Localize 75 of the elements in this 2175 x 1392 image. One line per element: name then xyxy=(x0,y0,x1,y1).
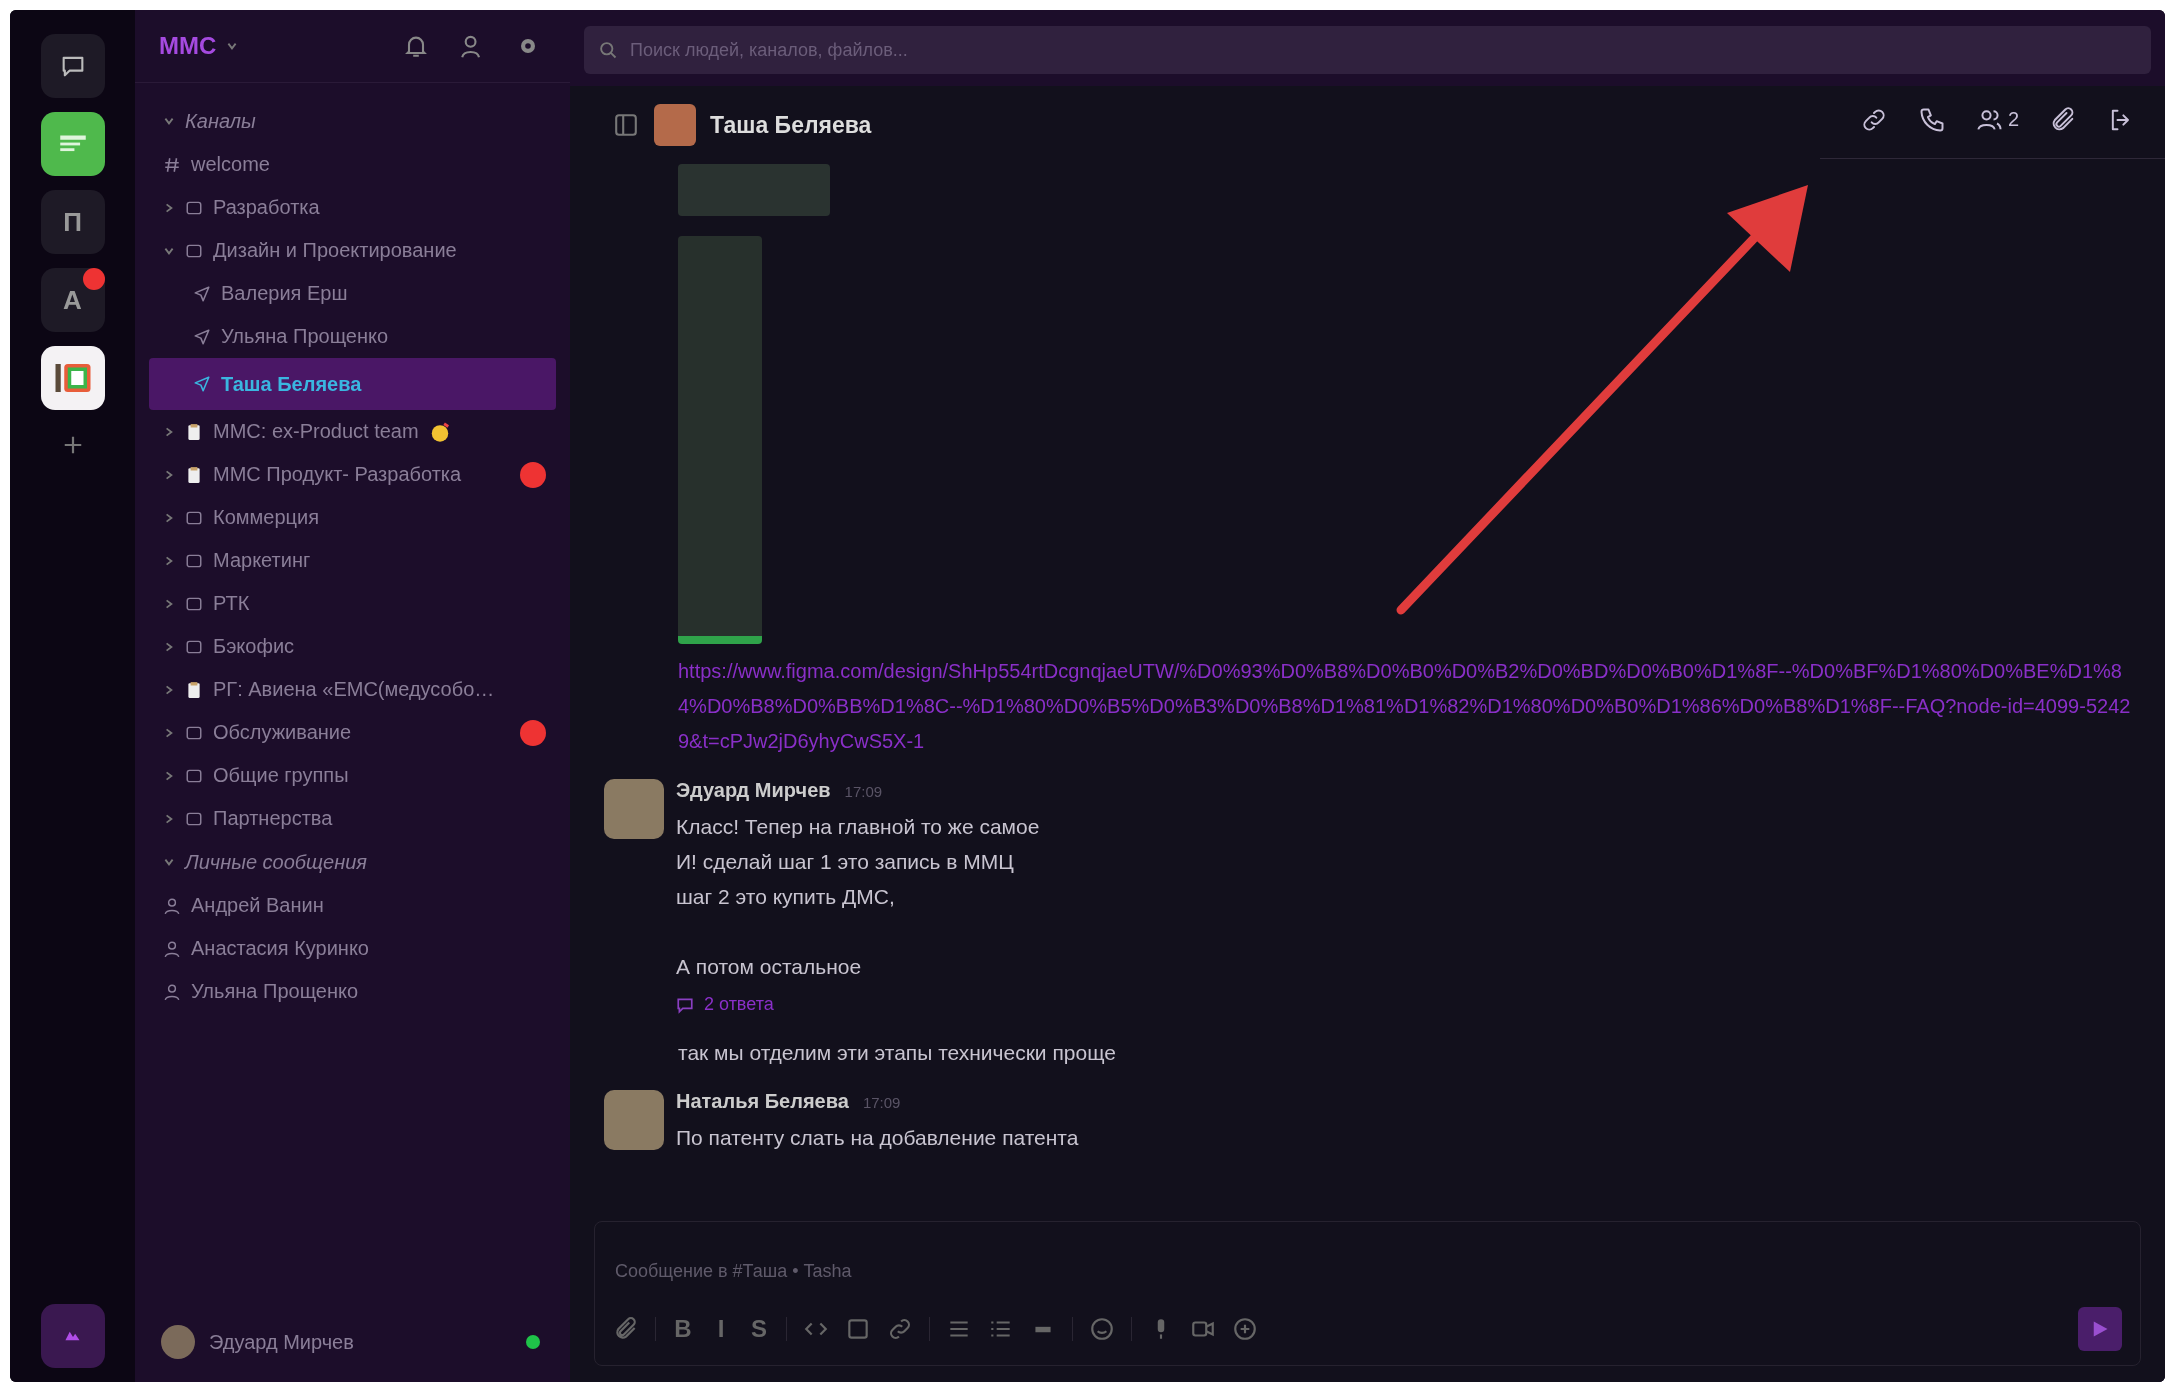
sidebar-item[interactable]: РТК xyxy=(149,582,556,625)
sidebar-item[interactable]: Таша Беляева xyxy=(149,358,556,410)
paperclip-icon[interactable] xyxy=(613,1316,639,1342)
message-text: И! сделай шаг 1 это запись в ММЦ xyxy=(676,849,1015,875)
send-icon xyxy=(193,375,211,393)
avatar[interactable] xyxy=(161,1325,195,1359)
chat-tile-icon[interactable] xyxy=(40,34,105,98)
sidebar-item[interactable]: Коммерция xyxy=(149,496,556,539)
profile-tile-icon[interactable] xyxy=(40,1304,105,1368)
person-icon xyxy=(163,896,181,915)
message-text: Класс! Тепер на главной то же самое xyxy=(676,814,1040,840)
clipboard-icon xyxy=(185,465,203,484)
person-icon xyxy=(163,939,181,958)
search-input[interactable]: Поиск людей, каналов, файлов... xyxy=(628,38,2137,62)
members-button[interactable]: 2 xyxy=(1975,105,2019,134)
send-icon xyxy=(193,327,211,346)
message-input[interactable]: Сообщение в #Таша • Tasha xyxy=(613,1236,2122,1307)
avatar[interactable] xyxy=(604,779,664,839)
message-composer[interactable]: Сообщение в #Таша • Tasha B I S xyxy=(594,1221,2141,1366)
search-field[interactable]: Поиск людей, каналов, файлов... xyxy=(584,26,2151,74)
add-icon[interactable] xyxy=(1232,1316,1258,1342)
clipboard-icon xyxy=(185,680,203,699)
message-text: так мы отделим эти этапы технически проще xyxy=(678,1040,1117,1066)
timestamp: 17:09 xyxy=(862,1094,901,1111)
channel-title: Таша Беляева xyxy=(710,111,872,139)
sidebar-item[interactable]: MMC Продукт- Разработка xyxy=(149,453,556,496)
sidebar-item[interactable]: Разработка xyxy=(149,186,556,229)
sidebar-item[interactable]: MMC: ex-Product team xyxy=(149,410,556,453)
hash-icon xyxy=(163,155,181,174)
sidebar-item[interactable]: Валерия Ерш xyxy=(149,272,556,315)
section-title[interactable]: Каналы xyxy=(185,109,256,133)
sidebar-item[interactable]: Ульяна Прощенко xyxy=(149,315,556,358)
team-tile[interactable]: A xyxy=(40,268,105,332)
user-name: Эдуард Мирчев xyxy=(209,1330,354,1354)
sidebar-item[interactable]: Дизайн и Проектирование xyxy=(149,229,556,272)
team-tile[interactable]: П xyxy=(40,190,105,254)
sidebar-item[interactable]: welcome xyxy=(149,143,556,186)
team-initial: A xyxy=(63,284,82,316)
format-button[interactable]: S xyxy=(748,1315,770,1343)
author-name[interactable]: Наталья Беляева xyxy=(676,1090,849,1113)
send-button[interactable] xyxy=(2078,1307,2122,1351)
avatar[interactable] xyxy=(604,1090,664,1150)
timestamp: 17:09 xyxy=(844,783,883,800)
format-button[interactable]: B xyxy=(672,1315,694,1343)
link[interactable]: https://www.figma.com/design/ShHp554rtDcgnqjaeUTW/%D0%93%D0%B8%D0%B0%D0%B2%D0%BD%D0%B0%D1%8F--%D0%BF%D1%80%D0%BE%D1%84%D0%B8%D0%BB%D1%8C--%D1%80%D0%B5%D0%B3%D0%B8%D1%81%D1%82%D1%80%D0%B0%D1%86%D0%B8%D1%8F--FAQ?node-id=4099-52429&t=cPJw2jD6yhyCwS5X-1 xyxy=(678,654,2135,759)
sidebar-item[interactable]: Андрей Ванин xyxy=(149,884,556,927)
replies-link[interactable]: 2 ответа xyxy=(676,994,1040,1015)
sidebar-item[interactable]: Бэкофис xyxy=(149,625,556,668)
sidebar-item[interactable]: РГ: Авиена «ЕМС(медусобо… xyxy=(149,668,556,711)
unread-badge xyxy=(520,461,546,488)
clipboard-icon xyxy=(185,422,203,441)
sidebar-item[interactable]: Партнерства xyxy=(149,797,556,840)
message-text: А потом остальное xyxy=(676,954,863,980)
section-title[interactable]: Личные сообщения xyxy=(185,850,368,874)
sidebar-item[interactable]: Общие группы xyxy=(149,754,556,797)
message-text: шаг 2 это купить ДМС, xyxy=(676,884,896,910)
author-name[interactable]: Эдуард Мирчев xyxy=(676,779,831,802)
team-initial: П xyxy=(63,206,82,238)
search-icon[interactable] xyxy=(598,40,618,60)
code-block-icon[interactable] xyxy=(845,1316,871,1342)
send-icon xyxy=(193,284,211,303)
format-button[interactable]: I xyxy=(710,1315,732,1343)
sidebar-item[interactable]: Обслуживание xyxy=(149,711,556,754)
sidebar-item[interactable]: Ульяна Прощенко xyxy=(149,970,556,1013)
team-name[interactable]: MMC xyxy=(159,32,217,60)
unread-badge xyxy=(520,719,546,746)
sidebar-toggle-icon[interactable] xyxy=(612,111,640,139)
person-icon xyxy=(163,982,181,1001)
message-text: По патенту слать на добавление патента xyxy=(676,1125,1079,1151)
sidebar-item[interactable]: Маркетинг xyxy=(149,539,556,582)
sidebar-item[interactable]: Анастасия Куринко xyxy=(149,927,556,970)
avatar xyxy=(654,104,696,146)
app-tile-icon[interactable] xyxy=(40,112,105,176)
app-tile-icon[interactable] xyxy=(40,346,105,410)
smiley-icon[interactable] xyxy=(1089,1316,1115,1342)
